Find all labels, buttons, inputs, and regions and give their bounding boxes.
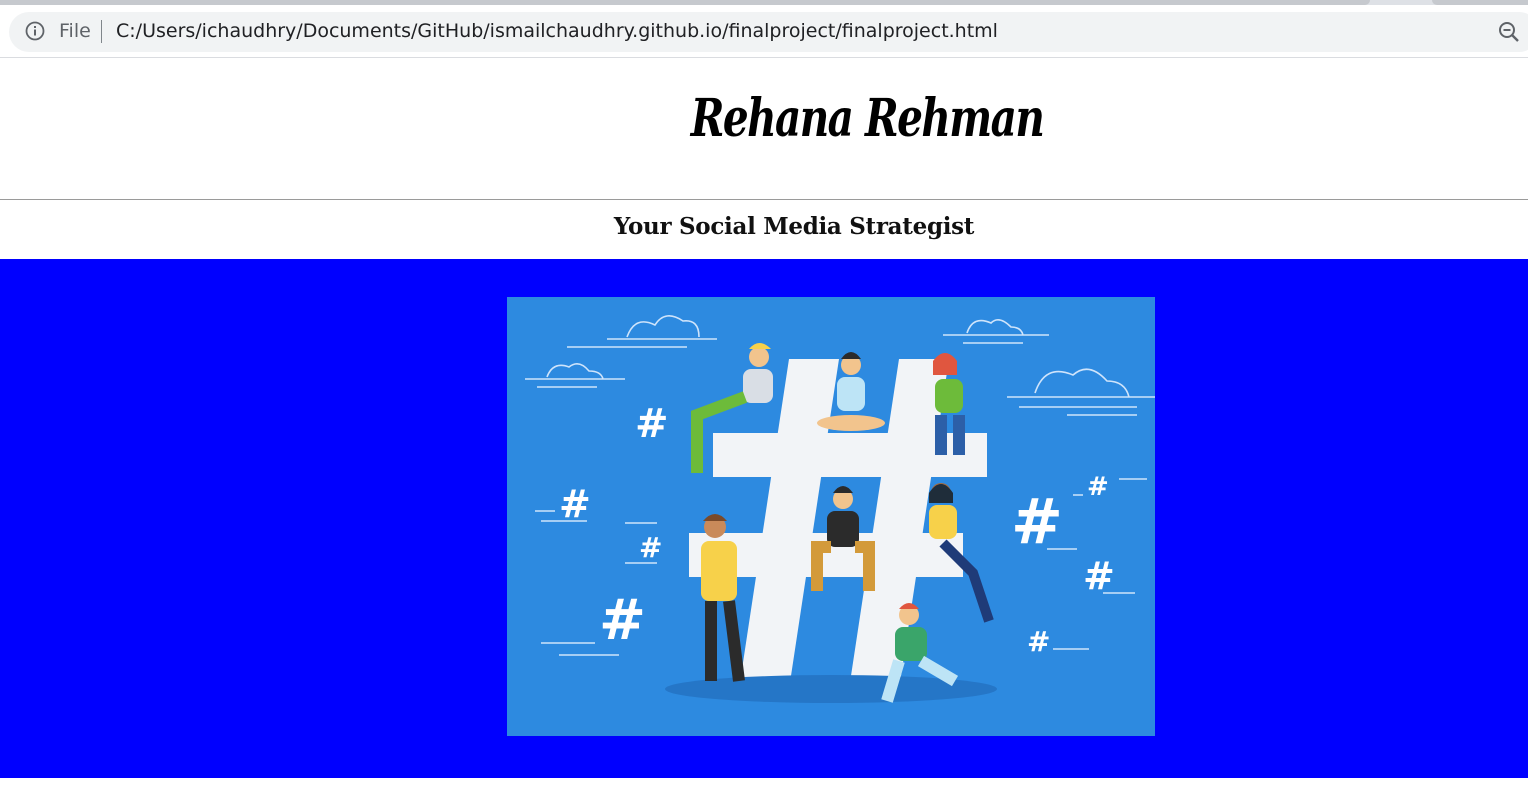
- person-figures: [691, 343, 994, 703]
- cloud-icon: [567, 315, 717, 348]
- cloud-icon: [1007, 368, 1155, 416]
- omnibox-separator: [101, 20, 102, 43]
- hashtag-glyph: #: [1087, 472, 1109, 502]
- hashtag-illustration: # # # # # # # #: [507, 297, 1155, 736]
- hashtag-glyph: #: [559, 482, 591, 526]
- tab-strip: [0, 0, 1528, 5]
- hashtag-glyph: #: [635, 401, 669, 447]
- hashtag-glyph: #: [599, 588, 646, 653]
- url-text[interactable]: C:/Users/ichaudhry/Documents/GitHub/isma…: [116, 20, 998, 42]
- inactive-tab[interactable]: [1432, 0, 1528, 5]
- hashtag-glyph: #: [1011, 485, 1063, 558]
- browser-toolbar: File C:/Users/ichaudhry/Documents/GitHub…: [0, 0, 1528, 58]
- site-title: Rehana Rehman: [690, 88, 1045, 149]
- info-icon[interactable]: [25, 21, 45, 41]
- hashtag-illustration-svg: # # # # # # # #: [525, 315, 1155, 703]
- hashtag-glyph: #: [639, 531, 662, 564]
- cloud-icon: [525, 363, 625, 388]
- hashtag-glyph: #: [1083, 554, 1115, 598]
- header-divider: [0, 199, 1528, 200]
- tagline: Your Social Media Strategist: [613, 213, 975, 240]
- active-tab[interactable]: [0, 0, 1370, 5]
- cloud-icon: [943, 319, 1049, 344]
- file-scheme-label[interactable]: File: [59, 20, 91, 42]
- zoom-out-icon[interactable]: [1497, 20, 1521, 44]
- hashtag-glyph: #: [1027, 625, 1050, 658]
- hero-section: # # # # # # # #: [0, 259, 1528, 778]
